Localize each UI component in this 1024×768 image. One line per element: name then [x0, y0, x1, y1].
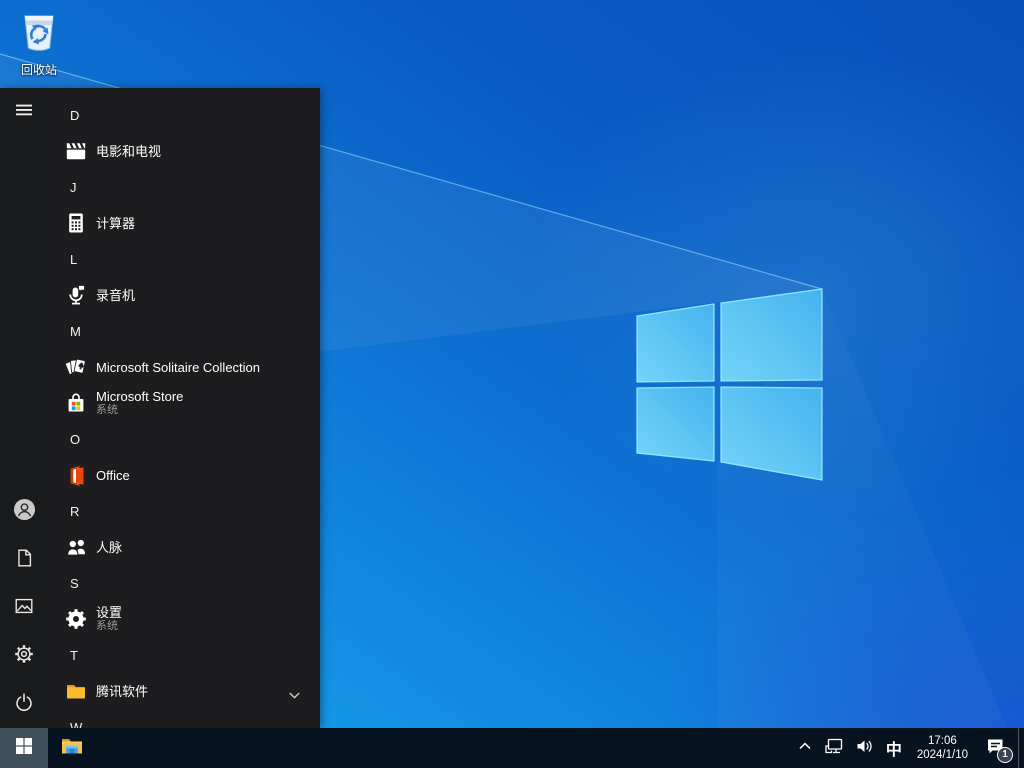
app-label-group: 人脉: [96, 540, 122, 555]
app-label: Microsoft Solitaire Collection: [96, 359, 261, 375]
document-icon: [13, 547, 35, 574]
section-letter: O: [70, 431, 81, 447]
app-label: Office: [96, 467, 130, 483]
section-letter: L: [70, 251, 78, 267]
app-list-section-R[interactable]: R: [48, 493, 320, 529]
app-label: 腾讯软件: [96, 683, 149, 699]
windows-logo-icon: [16, 737, 32, 759]
app-sublabel: 系统: [96, 620, 118, 632]
app-list-item[interactable]: 人脉: [48, 529, 320, 565]
app-list-item[interactable]: 录音机: [48, 277, 320, 313]
section-letter: J: [70, 179, 77, 195]
app-list-item[interactable]: Microsoft Store 系统: [48, 385, 320, 421]
app-list-section-T[interactable]: T: [48, 637, 320, 673]
app-label-group: 设置 系统: [96, 605, 122, 633]
section-letter: W: [70, 719, 83, 729]
recycle-bin-icon: [17, 15, 61, 58]
chevron-down-icon[interactable]: [289, 686, 300, 704]
gear-outline-icon: [13, 643, 35, 670]
chevron-up-icon: [796, 737, 814, 760]
app-list-section-M[interactable]: M: [48, 313, 320, 349]
volume-tray-button[interactable]: [849, 728, 879, 768]
recycle-bin-label: 回收站: [20, 63, 57, 77]
clock-date: 2024/1/10: [916, 749, 968, 761]
app-list-section-O[interactable]: O: [48, 421, 320, 457]
app-label-group: 电影和电视: [96, 144, 161, 159]
power-button[interactable]: [0, 680, 48, 728]
app-label: 设置: [96, 605, 123, 620]
app-list-item[interactable]: Microsoft Solitaire Collection: [48, 349, 320, 385]
app-list-section-J[interactable]: J: [48, 169, 320, 205]
solitaire-icon: [64, 355, 88, 379]
app-label-group: 腾讯软件: [96, 684, 148, 699]
ethernet-network-icon: [824, 736, 844, 761]
settings-rail-button[interactable]: [0, 632, 48, 680]
tray-expand-button[interactable]: [791, 728, 819, 768]
movies-tv-icon: [64, 139, 88, 163]
section-letter: T: [70, 647, 78, 663]
app-list-section-D[interactable]: D: [48, 97, 320, 133]
section-letter: R: [70, 503, 80, 519]
section-letter: M: [70, 323, 81, 339]
taskbar: 中 17:06 2024/1/10 1: [0, 728, 1024, 768]
power-icon: [13, 691, 35, 718]
clock-time: 17:06: [928, 735, 957, 747]
windows-desktop: 回收站 D 电影和电视 J 计算器 L 录音机 M Microsoft Solitaire C…: [0, 0, 1024, 768]
app-label: Microsoft Store: [96, 389, 184, 404]
app-label-group: Microsoft Solitaire Collection: [96, 360, 260, 375]
ime-language-indicator[interactable]: 中: [879, 728, 909, 768]
app-label-group: Office: [96, 468, 130, 483]
file-explorer-button[interactable]: [48, 728, 96, 768]
user-account-button[interactable]: [0, 488, 48, 536]
app-list-item[interactable]: 腾讯软件: [48, 673, 320, 709]
hamburger-icon: [14, 100, 34, 125]
action-center-button[interactable]: 1: [976, 728, 1018, 768]
app-list-item[interactable]: Office: [48, 457, 320, 493]
notification-badge: 1: [997, 747, 1013, 763]
speaker-icon: [854, 736, 874, 761]
pictures-icon: [13, 595, 35, 622]
voice-recorder-icon: [64, 283, 88, 307]
app-label-group: 计算器: [96, 216, 135, 231]
start-menu-app-list: D 电影和电视 J 计算器 L 录音机 M Microsoft Solitaire Colle…: [48, 88, 320, 728]
folder-icon: [64, 679, 88, 703]
app-list-section-L[interactable]: L: [48, 241, 320, 277]
gear-filled-icon: [64, 607, 88, 631]
recycle-bin-desktop-icon[interactable]: 回收站: [8, 8, 70, 78]
app-list-section-W[interactable]: W: [48, 709, 320, 729]
app-list-item[interactable]: 计算器: [48, 205, 320, 241]
menu-expand-button[interactable]: [0, 88, 48, 136]
app-label: 电影和电视: [96, 143, 162, 159]
show-desktop-button[interactable]: [1018, 728, 1024, 768]
documents-button[interactable]: [0, 536, 48, 584]
microsoft-store-icon: [64, 391, 88, 415]
start-menu-rail: [0, 88, 48, 728]
system-tray: 中 17:06 2024/1/10 1: [791, 728, 1024, 768]
calculator-icon: [64, 211, 88, 235]
app-list-item[interactable]: 设置 系统: [48, 601, 320, 637]
app-label: 录音机: [96, 287, 136, 303]
pictures-button[interactable]: [0, 584, 48, 632]
office-icon: [64, 463, 88, 487]
start-button[interactable]: [0, 728, 48, 768]
app-label-group: 录音机: [96, 288, 135, 303]
network-tray-button[interactable]: [819, 728, 849, 768]
app-label: 人脉: [96, 539, 123, 555]
people-icon: [64, 535, 88, 559]
app-label-group: Microsoft Store 系统: [96, 389, 183, 417]
section-letter: D: [70, 107, 80, 123]
app-list-section-S[interactable]: S: [48, 565, 320, 601]
app-sublabel: 系统: [96, 404, 118, 416]
app-list-item[interactable]: 电影和电视: [48, 133, 320, 169]
taskbar-clock[interactable]: 17:06 2024/1/10: [909, 734, 976, 762]
section-letter: S: [70, 575, 79, 591]
start-menu: D 电影和电视 J 计算器 L 录音机 M Microsoft Solitaire Colle…: [0, 88, 320, 728]
user-avatar-icon: [13, 498, 36, 526]
app-label: 计算器: [96, 215, 136, 231]
file-explorer-icon: [59, 733, 85, 764]
